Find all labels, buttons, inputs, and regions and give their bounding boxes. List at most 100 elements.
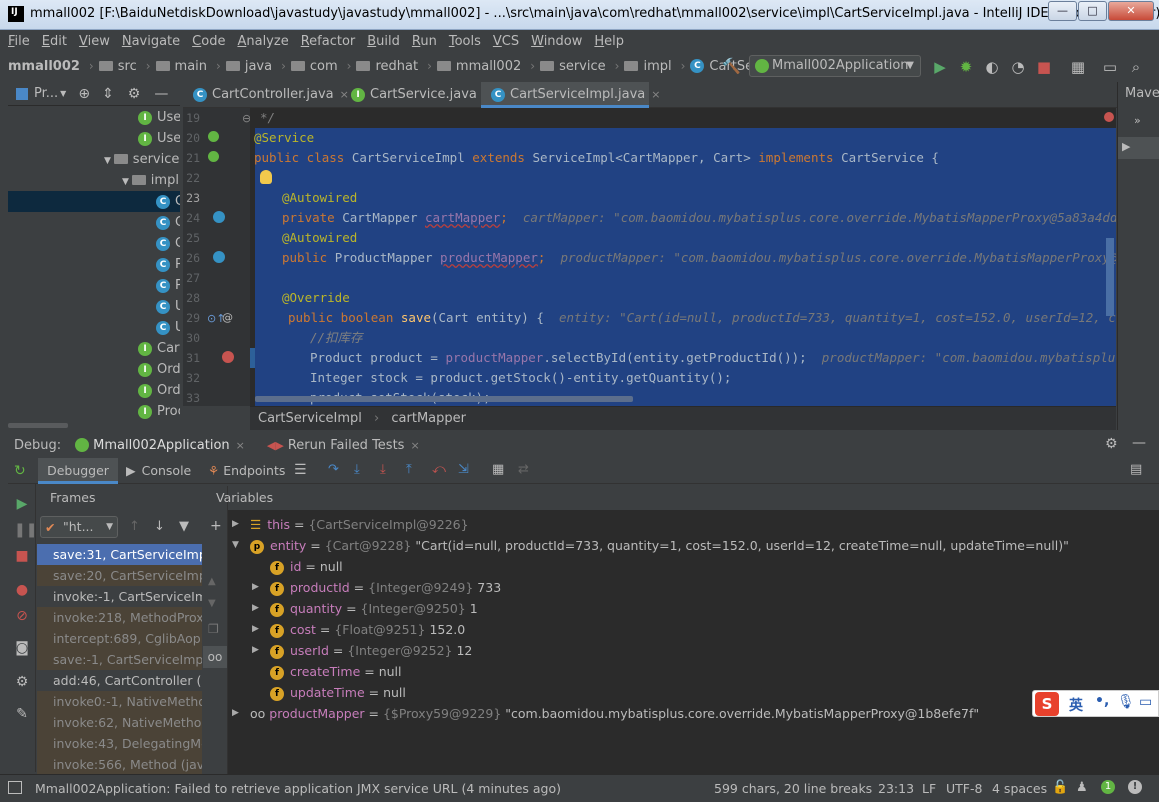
variable-row[interactable]: ▶ f productId = {Integer@9249} 733 — [252, 577, 501, 598]
code-editor[interactable]: */ @Service public class CartServiceImpl… — [250, 108, 1116, 406]
autowired-link-icon[interactable] — [213, 211, 225, 223]
evaluate-icon[interactable]: ▦ — [492, 462, 504, 477]
breadcrumb-item[interactable]: cartMapper — [391, 411, 466, 426]
menu-item-vcs[interactable]: VCS — [493, 34, 519, 49]
tree-item[interactable]: CC — [8, 191, 180, 212]
error-indicator-icon[interactable] — [1104, 112, 1114, 122]
ime-toolbar[interactable]: S 英 •, 🎙 ▭ — [1032, 690, 1159, 717]
collapse-all-icon[interactable]: ⇕ — [102, 86, 114, 102]
menu-item-edit[interactable]: Edit — [42, 34, 67, 49]
tree-item[interactable]: CU — [156, 317, 180, 338]
drop-frame-icon[interactable]: ⤺ — [432, 462, 446, 477]
tree-item[interactable]: CP — [156, 254, 180, 275]
maximize-button[interactable]: □ — [1078, 1, 1107, 21]
menu-item-code[interactable]: Code — [192, 34, 225, 49]
menu-item-build[interactable]: Build — [367, 34, 400, 49]
breadcrumb-com[interactable]: com — [290, 59, 338, 74]
menu-item-refactor[interactable]: Refactor — [301, 34, 356, 49]
tree-item[interactable]: ▼ impl — [122, 170, 179, 191]
menu-item-file[interactable]: File — [8, 34, 30, 49]
stack-frame[interactable]: save:20, CartServiceImpl — [37, 565, 202, 586]
stack-frame[interactable]: invoke:566, Method (java. — [37, 754, 202, 775]
tree-item[interactable]: I Orde — [138, 359, 180, 380]
collapsed-arrow-icon[interactable]: ▶ — [232, 514, 239, 535]
variable-row[interactable]: f updateTime = null — [270, 682, 406, 703]
tree-item[interactable]: CP — [156, 275, 180, 296]
resume-icon[interactable]: ▶ — [14, 496, 30, 512]
view-breakpoints-icon[interactable]: ● — [14, 582, 30, 598]
menu-item-navigate[interactable]: Navigate — [122, 34, 180, 49]
thread-select[interactable]: ✔ "ht... ▼ — [40, 516, 118, 538]
watches-toggle-icon[interactable]: oo — [203, 646, 227, 668]
move-up-icon[interactable]: ▲ — [208, 576, 216, 587]
autowired-link-icon[interactable] — [213, 251, 225, 263]
tree-item[interactable]: ▼ service — [104, 149, 179, 170]
stack-frame[interactable]: add:46, CartController (cc — [37, 670, 202, 691]
camera-icon[interactable]: ◙ — [14, 640, 30, 656]
gear-icon[interactable]: ⚙ — [14, 674, 30, 690]
breakpoint-icon[interactable] — [222, 351, 234, 363]
run-icon[interactable]: ▶ — [932, 59, 948, 75]
gear-icon[interactable]: ⚙ — [1105, 436, 1118, 452]
spring-bean-icon[interactable] — [208, 151, 219, 162]
status-message[interactable]: Mmall002Application: Failed to retrieve … — [35, 781, 561, 796]
notification-badge[interactable]: 1 — [1101, 780, 1115, 794]
gear-icon[interactable]: ⚙ — [128, 86, 141, 102]
tree-item[interactable]: I Proc — [138, 401, 180, 422]
hide-panel-icon[interactable]: — — [1132, 435, 1146, 451]
expanded-arrow-icon[interactable]: ▼ — [232, 535, 239, 556]
tree-item[interactable]: CU — [156, 296, 180, 317]
menu-item-run[interactable]: Run — [412, 34, 437, 49]
arrow-down-icon[interactable]: ↓ — [154, 519, 165, 534]
breadcrumb-redhat[interactable]: redhat — [356, 59, 418, 74]
variable-row[interactable]: f id = null — [270, 556, 343, 577]
collapsed-arrow-icon[interactable]: ▶ — [232, 703, 239, 724]
lightbulb-icon[interactable] — [260, 170, 272, 184]
tab-console[interactable]: ▶ Console — [126, 458, 191, 484]
maven-tool-tab[interactable]: Mave — [1125, 86, 1159, 101]
variable-row[interactable]: ▼ p entity = {Cart@9228} "Cart(id=null, pr… — [232, 535, 1069, 556]
mute-breakpoints-icon[interactable]: ⊘ — [14, 608, 30, 624]
stop-icon[interactable]: ■ — [1036, 59, 1052, 75]
stop-icon[interactable]: ■ — [14, 548, 30, 564]
file-encoding[interactable]: UTF-8 — [946, 781, 982, 796]
menu-item-view[interactable]: View — [79, 34, 110, 49]
close-tab-icon[interactable]: × — [410, 439, 419, 452]
breadcrumb-mmall002[interactable]: mmall002 — [8, 59, 80, 74]
punctuation-icon[interactable]: •, — [1095, 693, 1109, 709]
build-hammer-icon[interactable]: 🔨 — [722, 57, 741, 75]
pin-icon[interactable]: ✎ — [14, 706, 30, 722]
tab-endpoints[interactable]: ⚘ Endpoints — [208, 458, 285, 484]
force-step-into-icon[interactable]: ⤓ — [380, 462, 386, 477]
trace-icon[interactable]: ⇄ — [518, 462, 529, 477]
stack-frame[interactable]: invoke:62, NativeMethodA — [37, 712, 202, 733]
expand-icon[interactable]: » — [1134, 114, 1141, 127]
variable-row[interactable]: ▶ f userId = {Integer@9252} 12 — [252, 640, 472, 661]
variable-row[interactable]: f createTime = null — [270, 661, 402, 682]
pause-icon[interactable]: ❚❚ — [14, 522, 37, 538]
step-out-icon[interactable]: ⤒ — [406, 462, 412, 477]
variable-row[interactable]: ▶ ☰ this = {CartServiceImpl@9226} — [232, 514, 469, 535]
breadcrumb-main[interactable]: main — [155, 59, 207, 74]
search-icon[interactable]: ⌕ — [1128, 59, 1144, 75]
breadcrumb-impl[interactable]: impl — [624, 59, 672, 74]
tree-item[interactable]: CC — [156, 212, 180, 233]
close-tab-icon[interactable]: × — [236, 439, 245, 452]
lock-icon[interactable]: 🔓 — [1052, 780, 1068, 795]
debug-session-tab[interactable]: Mmall002Application — [93, 438, 230, 453]
rerun-failed-tab[interactable]: Rerun Failed Tests — [288, 438, 405, 453]
indent-setting[interactable]: 4 spaces — [992, 781, 1047, 796]
variable-row[interactable]: ▶ f cost = {Float@9251} 152.0 — [252, 619, 465, 640]
debug-bug-icon[interactable]: ✹ — [958, 59, 974, 75]
menu-item-help[interactable]: Help — [594, 34, 624, 49]
menu-item-analyze[interactable]: Analyze — [237, 34, 288, 49]
breadcrumb-src[interactable]: src — [98, 59, 137, 74]
terminal-icon[interactable]: ▭ — [1102, 59, 1118, 75]
breadcrumb-mmall002[interactable]: mmall002 — [436, 59, 521, 74]
variable-row[interactable]: ▶ f quantity = {Integer@9250} 1 — [252, 598, 478, 619]
tree-item[interactable]: I User — [138, 107, 180, 128]
event-log-icon[interactable]: ! — [1128, 780, 1142, 794]
inspector-icon[interactable]: ♟ — [1076, 780, 1088, 795]
tree-item[interactable]: I Cart — [138, 338, 180, 359]
stack-frame[interactable]: invoke:-1, CartServiceImp — [37, 586, 202, 607]
